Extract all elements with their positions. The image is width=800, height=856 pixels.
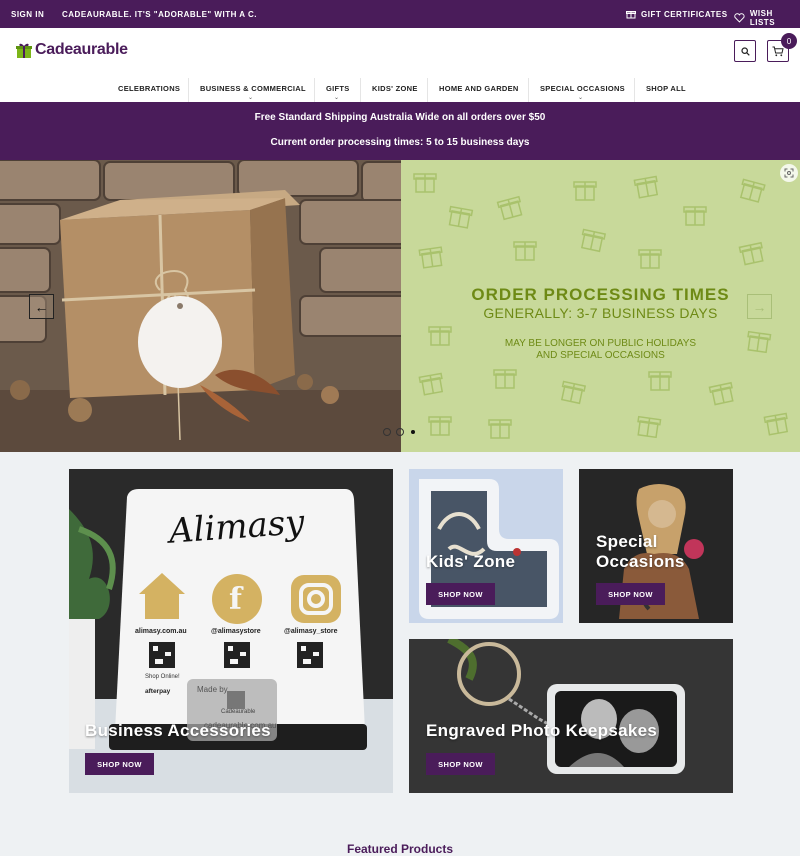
shipping-notice: Free Standard Shipping Australia Wide on… [254, 112, 546, 123]
hero-gift-photo [0, 160, 401, 452]
heart-icon [734, 13, 745, 23]
shop-now-button[interactable]: SHOP NOW [426, 583, 495, 605]
search-button[interactable] [734, 40, 756, 62]
chevron-down-icon: ⌄ [334, 95, 340, 101]
nav-item-home-and-garden[interactable]: HOME AND GARDEN [439, 84, 519, 93]
tile-title: Engraved Photo Keepsakes [426, 721, 658, 740]
sign-made-by: Made by [197, 685, 228, 694]
main-nav: CELEBRATIONS BUSINESS & COMMERCIAL ⌄ GIF… [0, 76, 800, 102]
cart-count-badge: 0 [781, 33, 797, 49]
slider-next-button[interactable]: → [747, 294, 772, 319]
logo[interactable]: Cadeaurable [15, 41, 128, 59]
tile-title-line2: Occasions [596, 552, 685, 571]
sign-made-brand: Cadeaurable [221, 709, 256, 715]
tile-special-occasions[interactable]: Special Occasions SHOP NOW [579, 469, 733, 623]
wish-lists-link[interactable]: WISH LISTS [734, 9, 800, 27]
wish-lists-label: WISH LISTS [749, 9, 776, 27]
slider-prev-button[interactable]: ← [29, 294, 54, 319]
sign-facebook-text: @alimasystore [211, 628, 261, 635]
hero-note-line1: MAY BE LONGER ON PUBLIC HOLIDAYS [504, 338, 697, 349]
shop-now-button[interactable]: SHOP NOW [596, 583, 665, 605]
fullscreen-button[interactable] [780, 164, 798, 182]
hero-slider: ORDER PROCESSING TIMES GENERALLY: 3-7 BU… [0, 160, 800, 452]
processing-notice: Current order processing times: 5 to 15 … [270, 137, 530, 148]
logo-gift-icon [16, 43, 32, 58]
nav-item-gifts[interactable]: GIFTS [326, 84, 350, 93]
shop-now-button[interactable]: SHOP NOW [426, 753, 495, 775]
sign-afterpay: afterpay [145, 688, 171, 695]
nav-divider [634, 78, 635, 102]
slider-dot-active[interactable] [409, 428, 417, 436]
nav-item-shop-all[interactable]: SHOP ALL [646, 84, 686, 93]
nav-divider [188, 78, 189, 102]
tile-kids-zone[interactable]: Kids' Zone SHOP NOW [409, 469, 563, 623]
tagline: CADEAURABLE. IT'S "ADORABLE" WITH A C. [62, 10, 257, 19]
chevron-down-icon: ⌄ [578, 95, 584, 101]
logo-text: Cadeaurable [35, 41, 128, 58]
nav-divider [427, 78, 428, 102]
sign-in-link[interactable]: SIGN IN [11, 10, 44, 19]
nav-divider [360, 78, 361, 102]
arrow-right-icon: → [752, 298, 767, 315]
featured-products-heading: Featured Products [346, 842, 454, 856]
tile-title-line1: Special [596, 532, 658, 551]
cart-icon [772, 46, 784, 56]
arrow-left-icon: ← [34, 298, 49, 315]
sign-site-text: alimasy.com.au [135, 628, 187, 635]
search-icon [740, 46, 750, 56]
gift-icon [626, 11, 636, 19]
promo-banner: Free Standard Shipping Australia Wide on… [0, 102, 800, 160]
nav-item-special-occasions[interactable]: SPECIAL OCCASIONS [540, 84, 625, 93]
nav-item-business-commercial[interactable]: BUSINESS & COMMERCIAL [200, 84, 306, 93]
top-bar: SIGN IN CADEAURABLE. IT'S "ADORABLE" WIT… [0, 0, 800, 28]
tile-business-accessories[interactable]: f Alimasy alimasy.com.au @alimasystore @… [69, 469, 393, 793]
nav-divider [314, 78, 315, 102]
chevron-down-icon: ⌄ [248, 95, 254, 101]
nav-item-celebrations[interactable]: CELEBRATIONS [118, 84, 180, 93]
gift-certificates-link[interactable]: GIFT CERTIFICATES [626, 9, 728, 19]
hero-note-line2: AND SPECIAL OCCASIONS [536, 350, 665, 361]
shop-now-button[interactable]: SHOP NOW [85, 753, 154, 775]
svg-text:f: f [229, 582, 244, 617]
tile-title: Kids' Zone [426, 552, 516, 571]
nav-item-kids-zone[interactable]: KIDS' ZONE [372, 84, 418, 93]
hero-subtitle: GENERALLY: 3-7 BUSINESS DAYS [483, 305, 718, 321]
sign-shop-online: Shop Online! [145, 674, 180, 680]
expand-icon [784, 168, 794, 178]
site-header: Cadeaurable 0 CELEBRATIONS BUSINESS & CO… [0, 28, 800, 102]
hero-title: ORDER PROCESSING TIMES [471, 285, 730, 304]
slider-dot[interactable] [396, 428, 404, 436]
tile-title: Business Accessories [85, 721, 271, 740]
sign-instagram-text: @alimasy_store [284, 628, 338, 635]
slider-dots [383, 428, 417, 436]
slider-dot[interactable] [383, 428, 391, 436]
hero-message-panel: ORDER PROCESSING TIMES GENERALLY: 3-7 BU… [401, 160, 800, 452]
nav-divider [528, 78, 529, 102]
gift-certificates-label: GIFT CERTIFICATES [641, 9, 728, 19]
tile-engraved-photo-keepsakes[interactable]: Engraved Photo Keepsakes SHOP NOW [409, 639, 733, 793]
